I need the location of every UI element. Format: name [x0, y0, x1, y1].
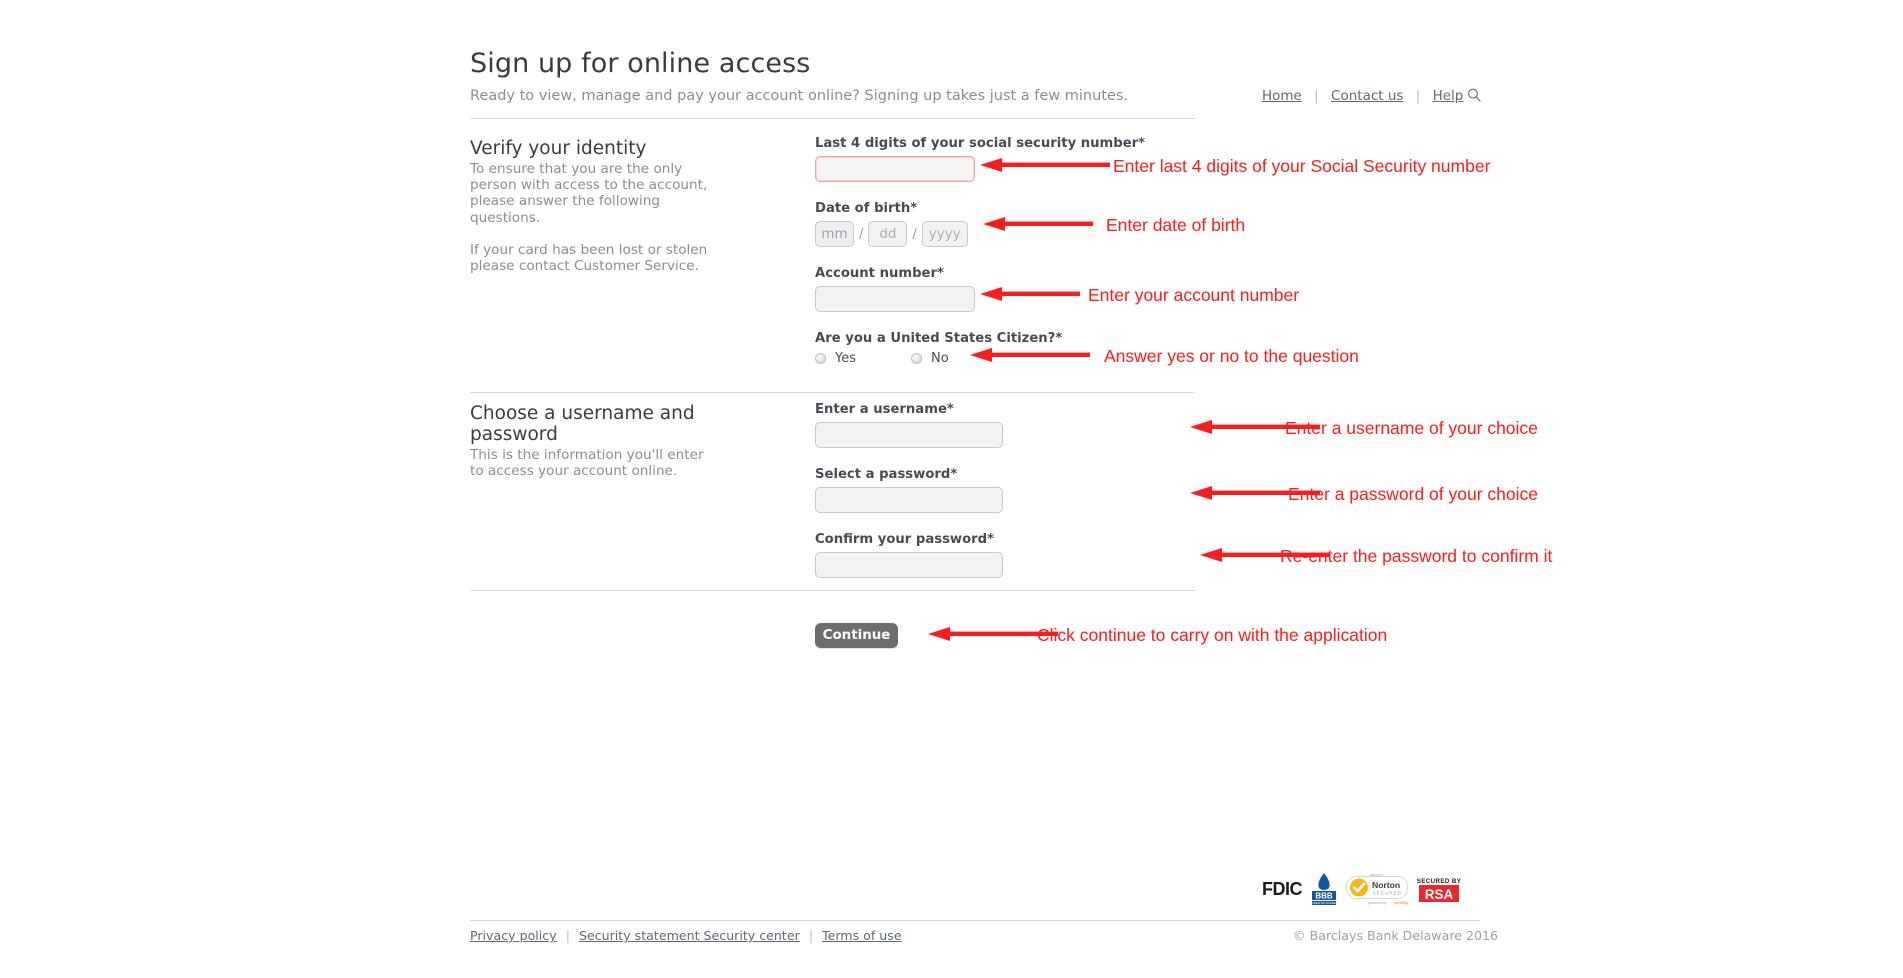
- annotation-account: Enter your account number: [1088, 285, 1300, 305]
- account-number-input[interactable]: [815, 286, 975, 312]
- confirm-password-input[interactable]: [815, 552, 1003, 578]
- continue-button[interactable]: Continue: [815, 623, 898, 648]
- page-header: Sign up for online access Ready to view,…: [470, 48, 1195, 104]
- nav-separator-2: |: [1415, 88, 1421, 104]
- username-input[interactable]: [815, 422, 1003, 448]
- citizen-no-label: No: [931, 351, 949, 366]
- account-number-label: Account number*: [815, 266, 944, 281]
- security-statement-link[interactable]: Security statement Security center: [579, 928, 800, 943]
- copyright-text: © Barclays Bank Delaware 2016: [1293, 928, 1499, 943]
- dob-label: Date of birth*: [815, 201, 918, 216]
- credentials-heading: Choose a username and password: [470, 403, 695, 445]
- citizen-no-radio[interactable]: [911, 353, 922, 364]
- privacy-policy-link[interactable]: Privacy policy: [470, 928, 557, 943]
- fdic-badge: FDIC: [1262, 878, 1303, 899]
- footer-separator-1: |: [565, 928, 570, 943]
- svg-text:SECURED: SECURED: [1373, 891, 1402, 896]
- confirm-password-label: Confirm your password*: [815, 532, 994, 547]
- ssn-input[interactable]: [815, 156, 975, 182]
- annotation-arrow-citizen: [970, 348, 1090, 362]
- nav-contact-us-link[interactable]: Contact us: [1331, 88, 1403, 104]
- annotation-confirm: Re-enter the password to confirm it: [1280, 546, 1553, 566]
- citizen-question-label: Are you a United States Citizen?*: [815, 331, 1063, 346]
- identity-description: Verify your identity To ensure that you …: [470, 138, 720, 274]
- page-subtitle: Ready to view, manage and pay your accou…: [470, 88, 1129, 104]
- identity-heading: Verify your identity: [470, 138, 647, 159]
- annotation-ssn: Enter last 4 digits of your Social Secur…: [1113, 156, 1491, 176]
- svg-text:VeriSign: VeriSign: [1394, 901, 1408, 905]
- dob-day-input[interactable]: dd: [868, 221, 908, 247]
- identity-paragraph-2: If your card has been lost or stolen ple…: [470, 241, 708, 275]
- svg-text:RSA: RSA: [1425, 887, 1454, 902]
- dob-year-input[interactable]: yyyy: [921, 221, 968, 247]
- footer-separator-2: |: [808, 928, 814, 943]
- divider-header: [470, 118, 1195, 119]
- svg-text:BBB: BBB: [1315, 892, 1333, 901]
- norton-secured-badge: SECURITY Norton SECURED powered by VeriS…: [1346, 872, 1408, 906]
- annotation-arrow-dob: [983, 217, 1093, 231]
- credentials-paragraph-1: This is the information you'll enter to …: [470, 447, 704, 480]
- credentials-description: Choose a username and password This is t…: [470, 403, 720, 479]
- annotation-citizen: Answer yes or no to the question: [1104, 346, 1359, 366]
- dob-month-input[interactable]: mm: [815, 221, 854, 247]
- ssn-label: Last 4 digits of your social security nu…: [815, 136, 1146, 151]
- terms-of-use-link[interactable]: Terms of use: [822, 928, 902, 943]
- account-field-group: Account number*: [815, 266, 975, 312]
- password-label: Select a password*: [815, 467, 958, 482]
- rsa-secured-badge: SECURED BY RSA: [1417, 872, 1461, 906]
- annotation-password: Enter a password of your choice: [1288, 484, 1538, 504]
- trust-badges: FDIC BBB ACCREDITED BUSINESS SECURITY No…: [1262, 872, 1461, 906]
- dob-field-group: Date of birth* mm / dd / yyyy: [815, 201, 968, 247]
- annotation-username: Enter a username of your choice: [1285, 418, 1538, 438]
- dob-separator-1: /: [859, 226, 864, 242]
- svg-text:SECURED BY: SECURED BY: [1417, 878, 1461, 885]
- nav-separator-1: |: [1314, 88, 1319, 104]
- bbb-badge: BBB ACCREDITED BUSINESS: [1311, 872, 1337, 906]
- password-field-group: Select a password*: [815, 467, 1003, 513]
- annotation-arrow-account: [980, 287, 1080, 301]
- citizen-yes-radio[interactable]: [815, 353, 826, 364]
- footer-links: Privacy policy | Security statement Secu…: [470, 928, 902, 943]
- signup-page: Sign up for online access Ready to view,…: [0, 0, 1903, 978]
- dob-inputs: mm / dd / yyyy: [815, 221, 968, 247]
- svg-text:ACCREDITED BUSINESS: ACCREDITED BUSINESS: [1311, 901, 1337, 905]
- svg-text:SECURITY: SECURITY: [1370, 873, 1384, 877]
- annotation-continue: Click continue to carry on with the appl…: [1037, 625, 1388, 645]
- username-label: Enter a username*: [815, 402, 954, 417]
- username-field-group: Enter a username*: [815, 402, 1003, 448]
- page-title: Sign up for online access: [470, 48, 811, 79]
- divider-actions: [470, 590, 1195, 591]
- nav-help-link[interactable]: Help: [1433, 88, 1464, 104]
- dob-separator-2: /: [912, 226, 917, 242]
- annotation-dob: Enter date of birth: [1106, 215, 1246, 235]
- divider-sections: [470, 392, 1195, 393]
- svg-text:powered by: powered by: [1368, 901, 1387, 905]
- divider-footer: [470, 920, 1480, 921]
- annotation-arrow-ssn: [980, 158, 1110, 172]
- svg-text:Norton: Norton: [1372, 880, 1400, 890]
- confirm-password-field-group: Confirm your password*: [815, 532, 1003, 578]
- top-nav: Home | Contact us | Help: [1262, 88, 1482, 104]
- password-input[interactable]: [815, 487, 1003, 513]
- magnifier-icon[interactable]: [1467, 88, 1482, 102]
- citizen-yes-label: Yes: [835, 351, 856, 366]
- identity-paragraph-1: To ensure that you are the only person w…: [470, 161, 708, 226]
- nav-home-link[interactable]: Home: [1262, 88, 1302, 104]
